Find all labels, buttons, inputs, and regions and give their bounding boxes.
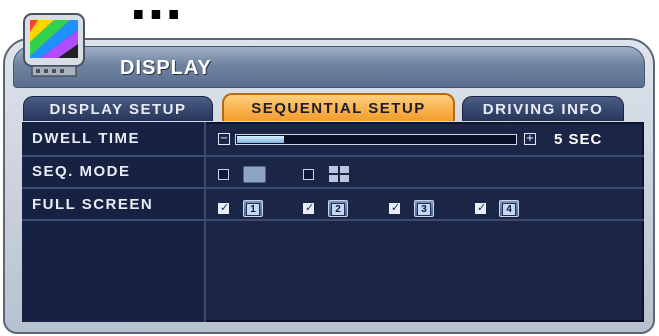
quad-view-icon <box>329 166 350 183</box>
dwell-time-label: DWELL TIME <box>32 130 141 147</box>
seq-mode-single-checkbox[interactable] <box>218 169 229 180</box>
full-screen-label: FULL SCREEN <box>32 196 154 213</box>
channel-1-checkbox[interactable]: ✓ <box>218 201 229 214</box>
seq-mode-label: SEQ. MODE <box>32 163 131 180</box>
dwell-time-value: 5 SEC <box>554 131 603 148</box>
seq-mode-quad-checkbox[interactable] <box>303 169 314 180</box>
tab-driving-info[interactable]: DRIVING INFO <box>462 96 624 121</box>
labels-column <box>22 122 206 322</box>
dwell-time-slider[interactable] <box>235 134 517 145</box>
window-title: DISPLAY <box>120 57 212 79</box>
channel-4-label: 4 <box>502 203 516 216</box>
plus-icon[interactable]: + <box>524 133 536 145</box>
channel-2-checkbox[interactable]: ✓ <box>303 201 314 214</box>
channel-2-label: 2 <box>331 203 345 216</box>
channel-3-badge: 3 <box>414 200 434 217</box>
slider-fill <box>237 136 284 143</box>
channel-3-label: 3 <box>417 203 431 216</box>
monitor-color-bars-icon <box>23 13 85 77</box>
row-divider <box>22 187 644 189</box>
row-divider <box>22 219 644 221</box>
minus-icon[interactable]: − <box>218 133 230 145</box>
row-divider <box>22 155 644 157</box>
channel-1-label: 1 <box>246 203 260 216</box>
channel-3-checkbox[interactable]: ✓ <box>389 201 400 214</box>
tab-sequential-setup[interactable]: SEQUENTIAL SETUP <box>222 93 455 121</box>
channel-4-badge: 4 <box>499 200 519 217</box>
clipped-top-caption: ... <box>0 0 659 40</box>
tab-display-setup[interactable]: DISPLAY SETUP <box>23 96 213 121</box>
channel-4-checkbox[interactable]: ✓ <box>475 201 486 214</box>
window-titlebar: DISPLAY <box>13 46 645 88</box>
single-view-icon <box>243 166 266 183</box>
channel-1-badge: 1 <box>243 200 263 217</box>
channel-2-badge: 2 <box>328 200 348 217</box>
top-caption-text: ... <box>130 0 183 33</box>
